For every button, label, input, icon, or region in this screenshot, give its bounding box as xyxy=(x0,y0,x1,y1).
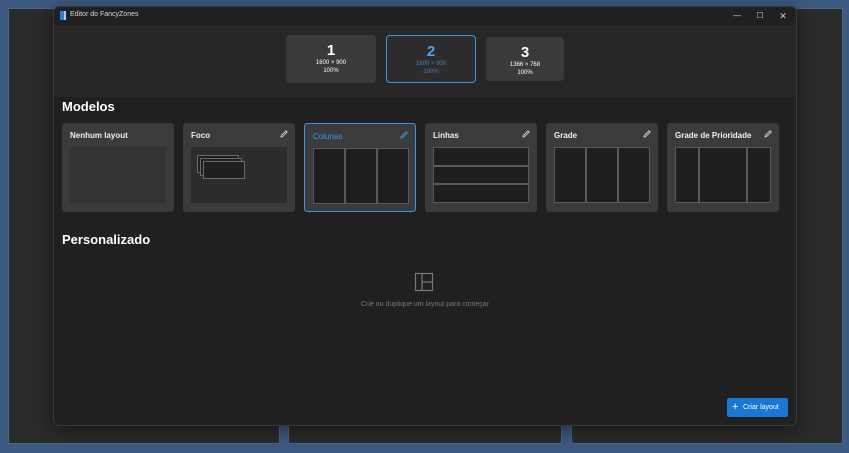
column-zone xyxy=(313,148,345,204)
priority-zone xyxy=(675,147,699,203)
layout-card-name: Linhas xyxy=(433,131,459,140)
create-layout-label: Criar layout xyxy=(743,404,779,411)
plus-icon: + xyxy=(732,401,739,413)
monitor-1-button[interactable]: 1 1600 × 900 100% xyxy=(286,35,376,83)
fancyzones-app-icon xyxy=(60,11,66,20)
column-zone xyxy=(345,148,377,204)
edit-pencil-icon[interactable] xyxy=(399,130,409,140)
edit-pencil-icon[interactable] xyxy=(763,129,773,139)
priority-zone xyxy=(747,147,771,203)
grid-zone xyxy=(554,147,586,203)
monitor-3-button[interactable]: 3 1366 × 768 100% xyxy=(486,37,564,81)
layout-preview xyxy=(191,147,287,203)
layout-card-focus[interactable]: Foco xyxy=(183,123,295,212)
focus-zone xyxy=(203,161,245,179)
row-zone xyxy=(433,184,529,203)
custom-heading: Personalizado xyxy=(62,232,151,247)
fancyzones-editor-window: Editor do FancyZones — ☐ ✕ 1 1600 × 900 … xyxy=(53,6,797,426)
layout-card-name: Foco xyxy=(191,131,211,140)
window-title: Editor do FancyZones xyxy=(70,11,139,18)
monitor-scale: 100% xyxy=(323,68,339,74)
minimize-button[interactable]: — xyxy=(726,9,748,23)
row-zone xyxy=(433,166,529,184)
monitor-number: 3 xyxy=(520,44,530,61)
maximize-button[interactable]: ☐ xyxy=(749,9,771,23)
layout-card-priority-grid[interactable]: Grade de Prioridade xyxy=(667,123,779,212)
title-bar: Editor do FancyZones — ☐ ✕ xyxy=(54,7,796,25)
monitor-number: 1 xyxy=(326,42,336,59)
layout-preview xyxy=(675,147,771,203)
monitor-scale: 100% xyxy=(423,69,439,75)
row-zone xyxy=(433,147,529,166)
layout-card-name: Grade xyxy=(554,131,578,140)
layout-preview xyxy=(70,147,166,203)
layout-card-grid[interactable]: Grade xyxy=(546,123,658,212)
edit-pencil-icon[interactable] xyxy=(642,129,652,139)
grid-zone xyxy=(618,147,650,203)
monitor-2-button[interactable]: 2 1600 × 900 100% xyxy=(386,35,476,83)
layout-preview xyxy=(554,147,650,203)
monitor-resolution: 1600 × 900 xyxy=(315,60,347,66)
priority-zone xyxy=(699,147,747,203)
monitor-scale: 100% xyxy=(517,70,533,76)
layout-card-name: Grade de Prioridade xyxy=(675,131,752,140)
layout-card-none[interactable]: Nenhum layout xyxy=(62,123,174,212)
layout-card-name: Colunas xyxy=(313,132,343,141)
monitor-number: 2 xyxy=(426,43,436,60)
layout-preview xyxy=(313,148,409,204)
layout-preview xyxy=(433,147,529,203)
create-layout-button[interactable]: + Criar layout xyxy=(727,398,788,417)
layout-card-columns[interactable]: Colunas xyxy=(304,123,416,212)
empty-state-message: Crie ou duplique um layout para começar xyxy=(360,301,489,308)
templates-heading: Modelos xyxy=(62,99,115,114)
column-zone xyxy=(377,148,409,204)
edit-pencil-icon[interactable] xyxy=(521,129,531,139)
layout-icon xyxy=(414,272,434,292)
close-button[interactable]: ✕ xyxy=(772,9,794,23)
monitor-resolution: 1366 × 768 xyxy=(509,62,541,68)
layout-card-name: Nenhum layout xyxy=(70,131,128,140)
grid-zone xyxy=(586,147,618,203)
edit-pencil-icon[interactable] xyxy=(279,129,289,139)
layout-card-rows[interactable]: Linhas xyxy=(425,123,537,212)
monitor-resolution: 1600 × 900 xyxy=(415,61,447,67)
monitor-selector-bar: 1 1600 × 900 100% 2 1600 × 900 100% 3 13… xyxy=(54,25,796,97)
